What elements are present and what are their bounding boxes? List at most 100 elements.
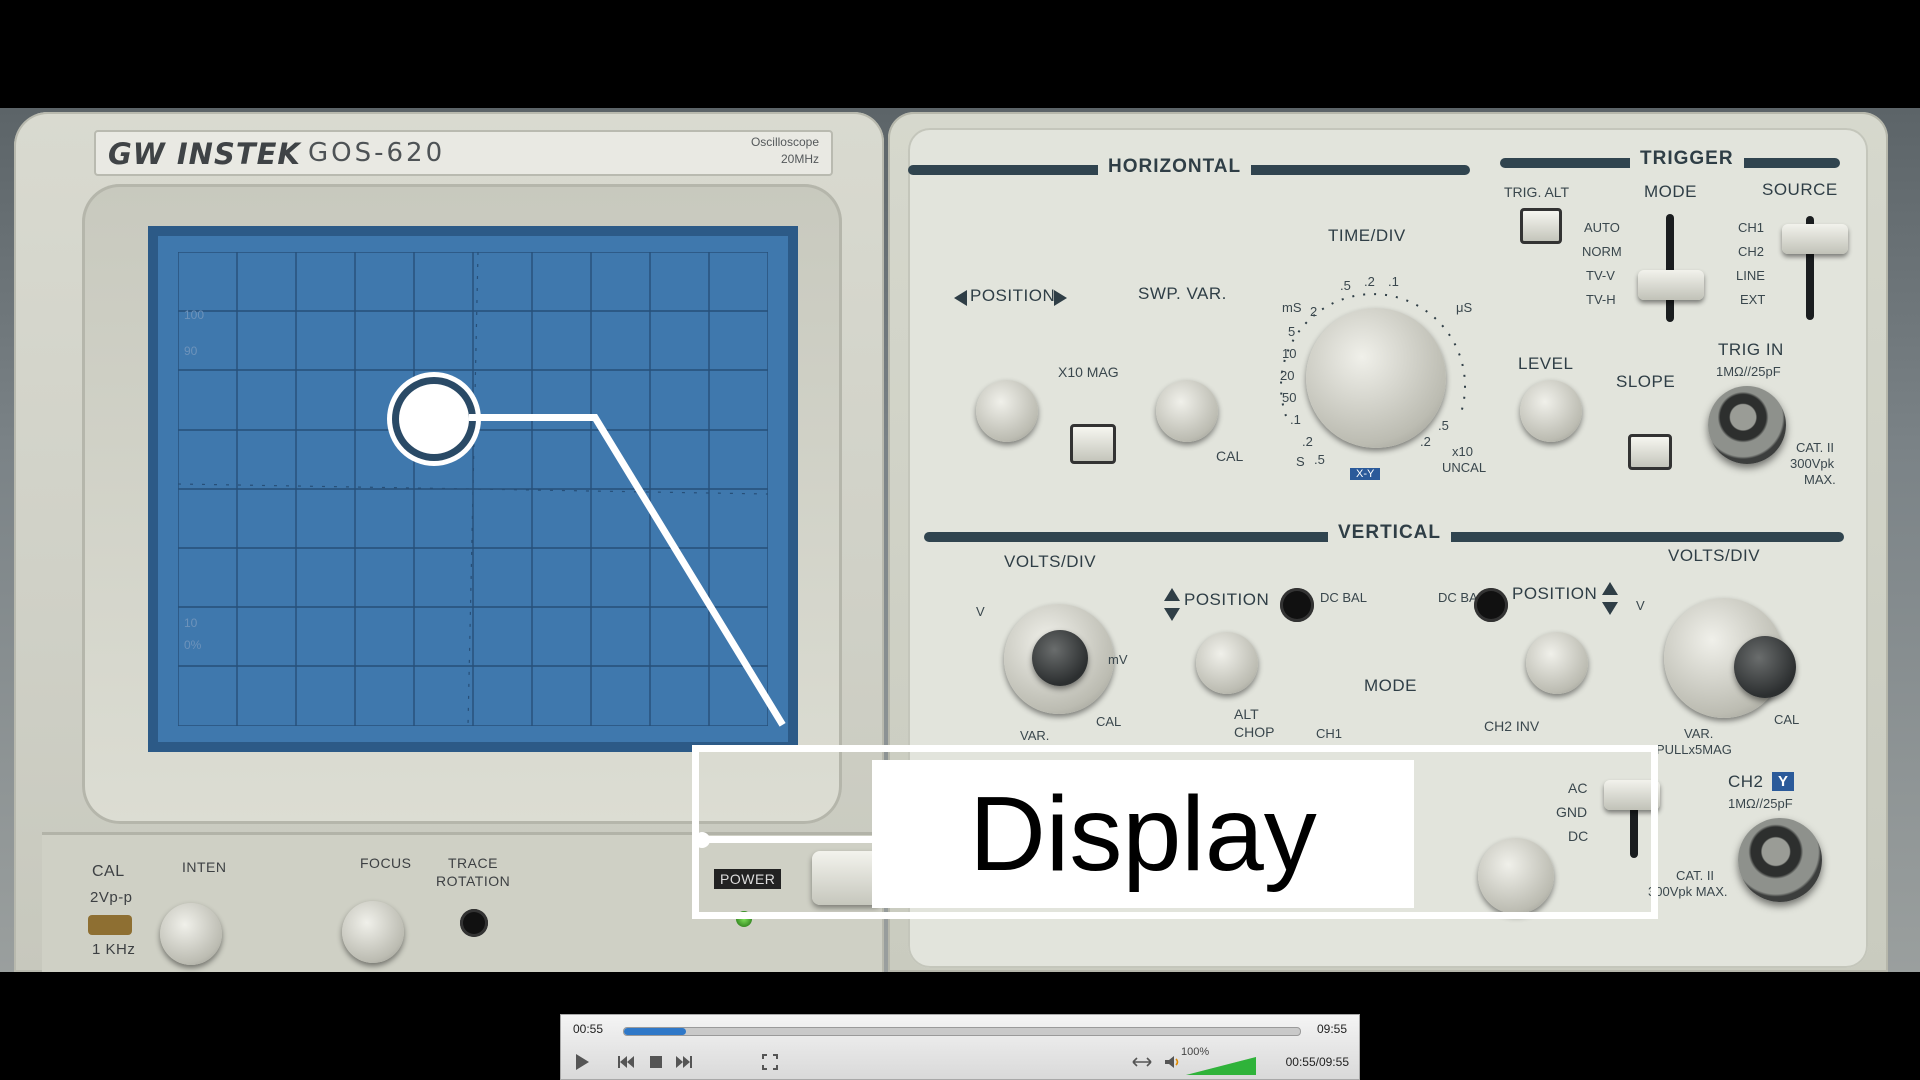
horizontal-position-label: POSITION xyxy=(970,286,1056,305)
ch1-volts-div-label: VOLTS/DIV xyxy=(1004,552,1097,571)
ch2-cat-voltage: 300Vpk MAX. xyxy=(1648,884,1728,899)
volume-slider[interactable] xyxy=(1186,1057,1256,1075)
trace-rotation-adjust[interactable] xyxy=(460,909,488,937)
horizontal-title: HORIZONTAL xyxy=(1098,156,1252,178)
trig-cat-voltage: 300Vpk xyxy=(1790,456,1835,471)
trig-in-connector[interactable] xyxy=(1708,386,1786,464)
ch1-dc-bal-adjust[interactable] xyxy=(1280,588,1314,622)
vertical-mode-label: MODE xyxy=(1364,676,1417,695)
ch2-cal-label: CAL xyxy=(1774,712,1800,727)
trig-cat-max: MAX. xyxy=(1804,472,1836,487)
annotation-marker xyxy=(399,384,469,454)
trigger-source-ch1: CH1 xyxy=(1738,220,1765,235)
graticule-label-100: 100 xyxy=(184,308,205,322)
stop-button[interactable] xyxy=(643,1050,669,1074)
ch1-position-knob[interactable] xyxy=(1196,632,1258,694)
skip-forward-icon xyxy=(676,1056,692,1068)
alt-label: ALT xyxy=(1234,706,1259,722)
subtitle-line-2: 20MHz xyxy=(780,152,819,166)
trig-in-spec: 1MΩ//25pF xyxy=(1716,364,1781,379)
trigger-mode-tvh: TV-H xyxy=(1586,292,1616,307)
seek-progress xyxy=(624,1028,687,1035)
ch2-var-knob[interactable] xyxy=(1734,636,1796,698)
stretch-icon xyxy=(1132,1057,1152,1067)
chop-label: CHOP xyxy=(1234,724,1275,740)
ch2-v-label: V xyxy=(1636,598,1645,613)
speaker-icon xyxy=(1165,1056,1179,1068)
inten-label: INTEN xyxy=(182,859,227,875)
ch2-input-connector[interactable] xyxy=(1738,818,1822,902)
ch1-dc-bal-label: DC BAL xyxy=(1320,590,1367,605)
time-div-knob[interactable] xyxy=(1306,308,1446,448)
graticule-label-0: 0% xyxy=(184,638,202,652)
previous-button[interactable] xyxy=(613,1050,639,1074)
time-div-tick: 10 xyxy=(1282,346,1297,361)
slope-button[interactable] xyxy=(1628,434,1672,470)
focus-knob[interactable] xyxy=(342,901,404,963)
ch2-position-knob[interactable] xyxy=(1526,632,1588,694)
ch1-v-label: V xyxy=(976,604,985,619)
annotation-leader-frame xyxy=(702,836,874,843)
position-left-arrow-icon xyxy=(954,290,967,306)
aspect-ratio-button[interactable] xyxy=(1129,1050,1155,1074)
next-button[interactable] xyxy=(671,1050,697,1074)
time-div-tick: .2 xyxy=(1420,434,1431,449)
time-div-tick: 2 xyxy=(1310,304,1318,319)
graticule-label-10: 10 xyxy=(184,616,198,630)
swp-cal-label: CAL xyxy=(1216,448,1244,464)
trig-alt-button[interactable] xyxy=(1520,208,1562,244)
horizontal-position-knob[interactable] xyxy=(976,380,1038,442)
trigger-mode-auto: AUTO xyxy=(1584,220,1620,235)
vertical-title: VERTICAL xyxy=(1328,522,1451,544)
graticule xyxy=(178,252,768,726)
play-icon xyxy=(576,1054,589,1070)
trigger-source-ch2: CH2 xyxy=(1738,244,1765,259)
brand-subtitle: Oscilloscope 20MHz xyxy=(751,134,819,168)
trigger-mode-norm: NORM xyxy=(1582,244,1622,259)
trigger-mode-slider[interactable] xyxy=(1638,270,1704,300)
trigger-level-knob[interactable] xyxy=(1520,380,1582,442)
trigger-title: TRIGGER xyxy=(1630,148,1744,170)
cal-terminal[interactable] xyxy=(88,915,132,935)
position-time: 00:55/09:55 xyxy=(1285,1055,1349,1069)
slope-label: SLOPE xyxy=(1616,372,1676,391)
trigger-source-slider[interactable] xyxy=(1782,224,1848,254)
time-div-tick: .5 xyxy=(1438,418,1449,433)
media-player-controls: 00:55 09:55 100% 00:55/09:55 xyxy=(560,1014,1360,1080)
xy-badge: X-Y xyxy=(1350,468,1381,480)
vertical-mode-ch1: CH1 xyxy=(1316,726,1343,741)
fullscreen-icon xyxy=(762,1054,778,1070)
ch2-y-badge: Y xyxy=(1772,772,1795,791)
ch2-dc-bal-adjust[interactable] xyxy=(1474,588,1508,622)
trig-cat-label: CAT. II xyxy=(1796,440,1835,455)
swp-var-knob[interactable] xyxy=(1156,380,1218,442)
trace-rotation-label-2: ROTATION xyxy=(436,873,511,889)
play-button[interactable] xyxy=(569,1050,595,1074)
x10-mag-label: X10 MAG xyxy=(1058,364,1119,380)
volume-level-fill xyxy=(1186,1057,1256,1075)
cal-value-label: 2Vp-p xyxy=(90,889,133,906)
ch2-position-label: POSITION xyxy=(1512,584,1598,603)
x10-mag-button[interactable] xyxy=(1070,424,1116,464)
trig-alt-label: TRIG. ALT xyxy=(1504,184,1570,200)
graticule-label-90: 90 xyxy=(184,344,198,358)
time-div-us-label: μS xyxy=(1456,300,1473,315)
ch1-position-down-icon xyxy=(1164,608,1180,621)
seek-bar[interactable] xyxy=(623,1027,1301,1036)
elapsed-time: 00:55 xyxy=(573,1022,604,1036)
inten-knob[interactable] xyxy=(160,903,222,965)
swp-var-label: SWP. VAR. xyxy=(1138,284,1227,303)
trigger-mode-tvv: TV-V xyxy=(1586,268,1615,283)
ch1-var-knob[interactable] xyxy=(1032,630,1088,686)
trigger-source-line: LINE xyxy=(1736,268,1765,283)
annotation-leader-horizontal xyxy=(469,414,597,421)
cal-freq-label: 1 KHz xyxy=(92,941,136,958)
time-div-tick: .2 xyxy=(1302,434,1313,449)
brand-logo: GW INSTEK xyxy=(108,137,301,171)
brand-plate: GW INSTEK GOS-620 Oscilloscope 20MHz xyxy=(94,130,833,176)
crt-screen: 100 90 10 0% xyxy=(148,226,798,752)
cal-label: CAL xyxy=(92,863,125,880)
ch2-volts-div-label: VOLTS/DIV xyxy=(1668,546,1761,565)
fullscreen-button[interactable] xyxy=(757,1050,783,1074)
ch1-mv-label: mV xyxy=(1108,652,1128,667)
